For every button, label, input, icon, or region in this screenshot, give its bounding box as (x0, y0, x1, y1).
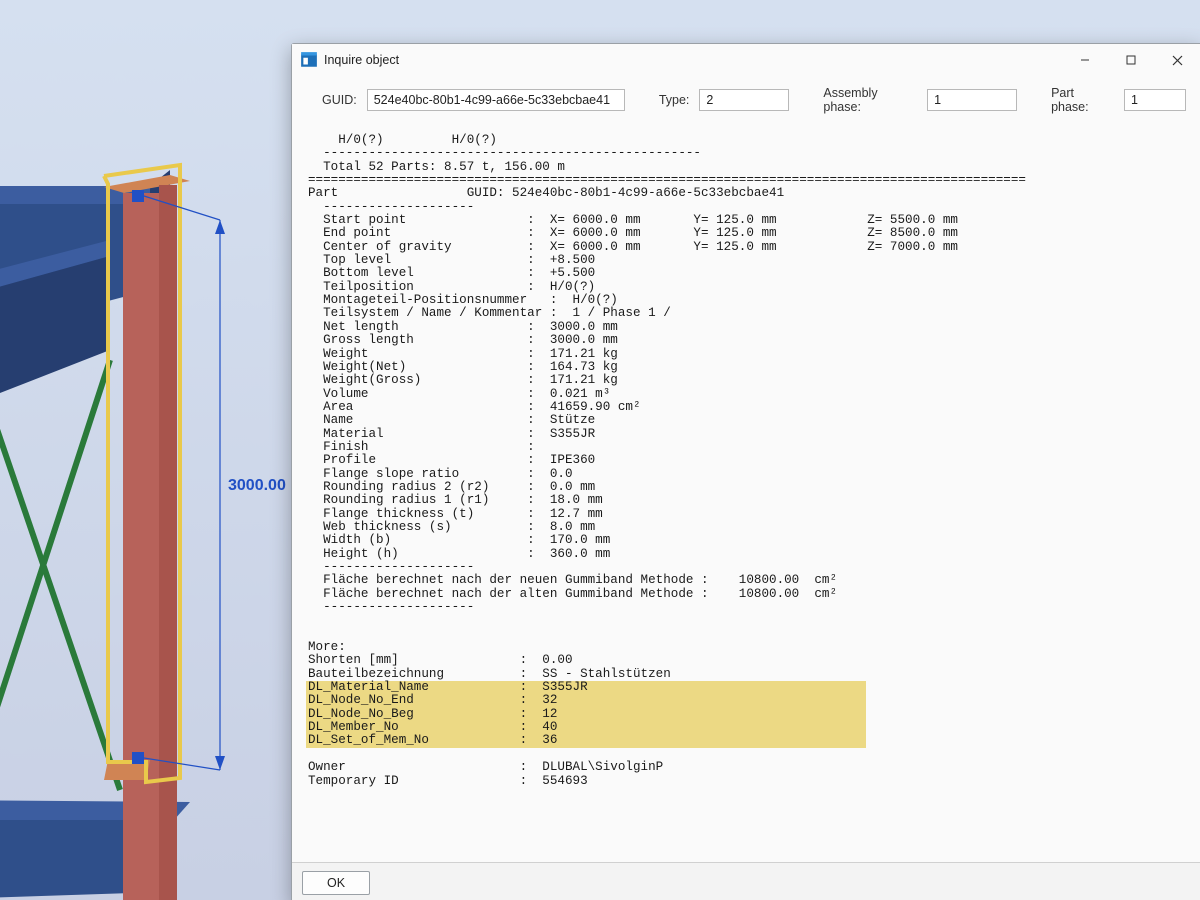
titlebar[interactable]: Inquire object (292, 44, 1200, 76)
type-label: Type: (659, 93, 690, 107)
maximize-button[interactable] (1108, 44, 1154, 76)
type-input[interactable] (699, 89, 789, 111)
dialog-footer: OK (292, 862, 1200, 900)
header-row: GUID: Type: Assembly phase: Part phase: (292, 76, 1200, 126)
dialog-title: Inquire object (324, 53, 1062, 67)
part-phase-label: Part phase: (1051, 86, 1114, 114)
assembly-phase-input[interactable] (927, 89, 1017, 111)
guid-label: GUID: (322, 93, 357, 107)
assembly-phase-label: Assembly phase: (823, 86, 917, 114)
minimize-button[interactable] (1062, 44, 1108, 76)
ok-button[interactable]: OK (302, 871, 370, 895)
app-icon (300, 51, 318, 69)
report-panel[interactable]: H/0(?) H/0(?) --------------------------… (300, 126, 1192, 854)
close-button[interactable] (1154, 44, 1200, 76)
inquire-object-dialog: Inquire object GUID: Type: Assembly phas… (291, 43, 1200, 900)
part-phase-input[interactable] (1124, 89, 1186, 111)
dimension-value: 3000.00 (228, 477, 286, 494)
guid-input[interactable] (367, 89, 625, 111)
